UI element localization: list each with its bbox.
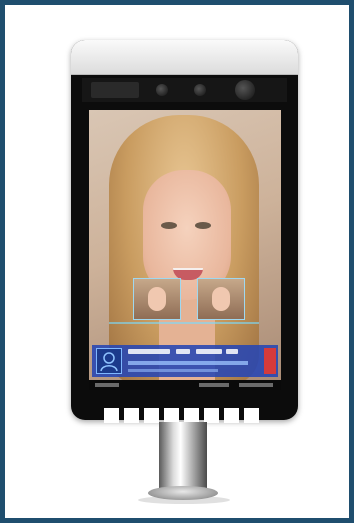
camera-lens-icon: [235, 80, 255, 100]
led-indicator: [184, 408, 199, 423]
user-profile-icon: [96, 348, 122, 374]
stand-base: [148, 486, 218, 500]
led-indicator: [204, 408, 219, 423]
face-eye: [195, 222, 211, 229]
camera-lens-icon: [194, 84, 206, 96]
led-indicator: [144, 408, 159, 423]
recognition-info-panel: [92, 345, 278, 377]
led-indicator: [124, 408, 139, 423]
captured-face-thumbnail: [133, 278, 181, 320]
led-indicator: [104, 408, 119, 423]
camera-lens-icon: [156, 84, 168, 96]
led-indicator: [164, 408, 179, 423]
camera-sensor-bar: [82, 78, 287, 102]
terminal-screen: [89, 110, 281, 390]
status-indicator: [264, 348, 276, 374]
face-eye: [161, 222, 177, 229]
led-indicator: [224, 408, 239, 423]
status-strip: [89, 380, 281, 390]
recognition-detail-text: [128, 361, 248, 365]
matched-face-thumbnail: [197, 278, 245, 320]
scan-line: [109, 322, 259, 324]
recognition-detail-text: [128, 369, 218, 372]
led-indicator: [244, 408, 259, 423]
terminal-top-cap: [71, 40, 298, 75]
stand-pole: [159, 422, 207, 492]
ir-sensor: [91, 82, 139, 98]
recognition-result-text: [128, 349, 268, 355]
